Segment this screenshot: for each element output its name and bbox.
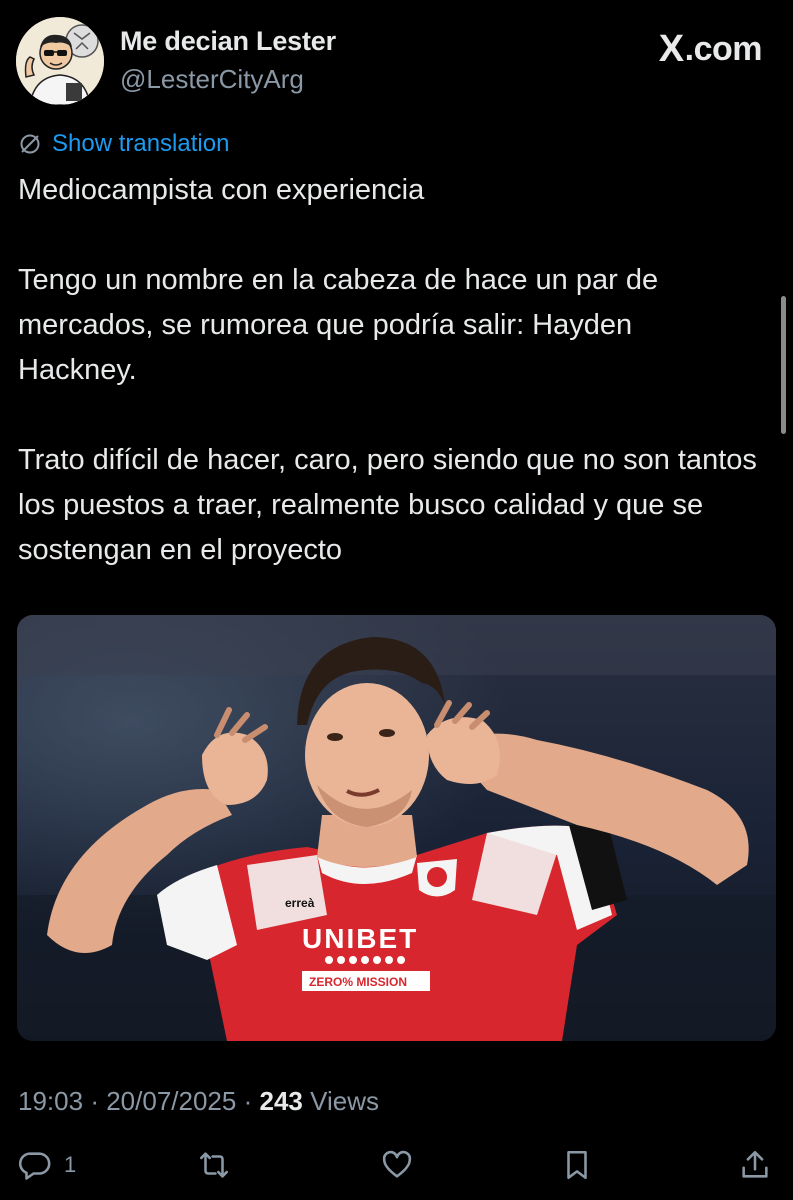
- sponsor-text: UNIBET: [302, 923, 418, 954]
- x-com-watermark: X .com: [658, 28, 763, 71]
- author-handle[interactable]: @LesterCityArg: [120, 64, 304, 95]
- brand-suffix: .com: [684, 30, 763, 68]
- tweet-meta: 19:03 · 20/07/2025 · 243 Views: [18, 1086, 379, 1117]
- tweet-body: Mediocampista con experiencia Tengo un n…: [18, 168, 778, 573]
- avatar-cartoon-image: [16, 17, 104, 105]
- repost-button[interactable]: [197, 1148, 231, 1182]
- repost-icon: [199, 1152, 229, 1178]
- tweet-media-photo[interactable]: erreà UNIBET ZERO% MISSION: [17, 615, 776, 1041]
- bookmark-icon: [567, 1150, 587, 1180]
- tweet-action-bar: 1: [0, 1140, 793, 1192]
- sponsor-tagline: ZERO% MISSION: [309, 975, 407, 989]
- tweet-date[interactable]: 20/07/2025: [106, 1086, 236, 1116]
- reply-count: 1: [64, 1152, 77, 1177]
- bookmark-button[interactable]: [560, 1148, 594, 1182]
- x-logo-icon: X: [658, 28, 684, 70]
- reply-button[interactable]: 1: [18, 1148, 76, 1182]
- meta-separator: ·: [243, 1086, 253, 1116]
- tweet-paragraph-3: Trato difícil de hacer, caro, pero siend…: [18, 444, 757, 566]
- globe-off-icon: [20, 134, 40, 154]
- share-button[interactable]: [738, 1148, 772, 1182]
- views-label: Views: [310, 1086, 380, 1116]
- show-translation-label[interactable]: Show translation: [52, 130, 229, 158]
- author-display-name[interactable]: Me decian Lester: [120, 26, 336, 57]
- kit-brand-text: erreà: [285, 896, 315, 910]
- tweet-paragraph-1: Mediocampista con experiencia: [18, 174, 425, 206]
- meta-separator: ·: [90, 1086, 99, 1116]
- page-scrollbar[interactable]: [781, 296, 786, 434]
- show-translation-link[interactable]: Show translation: [18, 130, 229, 158]
- reply-icon: [18, 1152, 51, 1180]
- tweet-time[interactable]: 19:03: [18, 1086, 83, 1116]
- tweet-paragraph-2: Tengo un nombre en la cabeza de hace un …: [18, 264, 659, 386]
- share-icon: [742, 1150, 768, 1178]
- player-celebration-image: erreà UNIBET ZERO% MISSION: [17, 615, 776, 1041]
- like-button[interactable]: [380, 1148, 414, 1182]
- tweet-header: Me decian Lester @LesterCityArg X .com: [0, 0, 793, 120]
- views-count: 243: [259, 1086, 303, 1116]
- author-avatar[interactable]: [16, 17, 104, 105]
- like-icon: [382, 1150, 412, 1178]
